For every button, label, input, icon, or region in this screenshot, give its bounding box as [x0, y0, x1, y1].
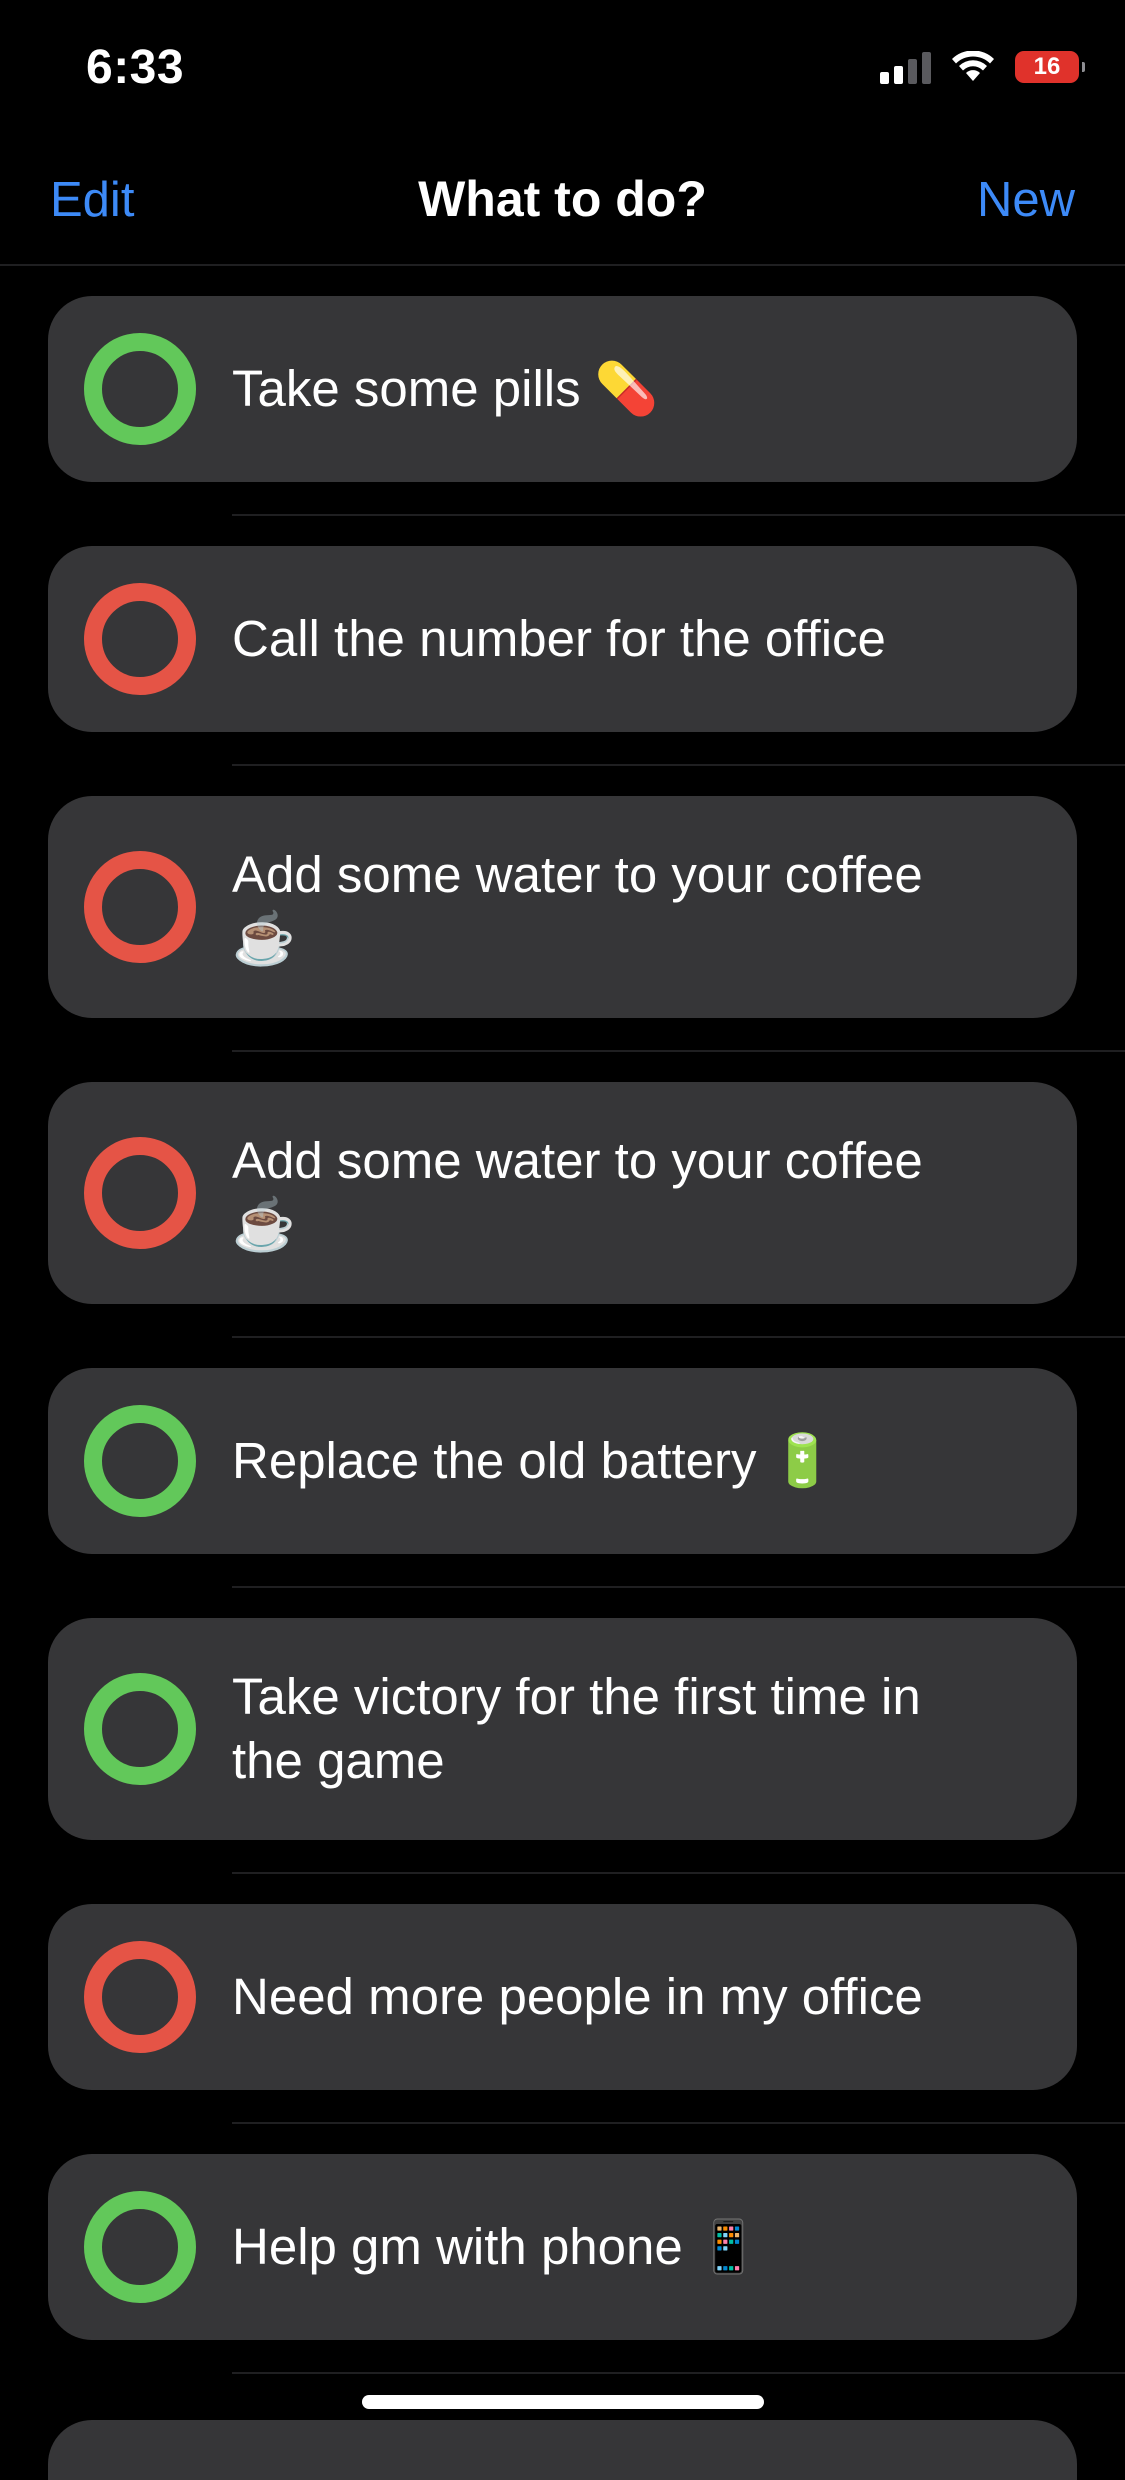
- new-button[interactable]: New: [977, 172, 1075, 228]
- signal-icon: [880, 50, 931, 84]
- status-bar: 6:33 16: [0, 0, 1125, 132]
- navigation-bar: Edit What to do? New: [0, 152, 1125, 266]
- task-card[interactable]: Add some water to your coffee ☕️: [48, 1082, 1077, 1304]
- status-ring-icon[interactable]: [84, 851, 196, 963]
- status-icons: 16: [880, 50, 1085, 84]
- task-list: Take some pills 💊 Call the number for th…: [0, 296, 1125, 2404]
- list-item: Need more people in my office: [0, 1904, 1125, 2154]
- list-item: Add some water to your coffee ☕️: [0, 1082, 1125, 1368]
- battery-level: 16: [1033, 53, 1061, 80]
- list-item: Add some water to your coffee ☕️: [0, 796, 1125, 1082]
- task-card[interactable]: Replace the old battery 🔋: [48, 1368, 1077, 1554]
- task-text: Call the number for the office: [232, 610, 886, 667]
- task-card[interactable]: Need more people in my office: [48, 1904, 1077, 2090]
- next-task-card-peek[interactable]: [48, 2420, 1077, 2480]
- task-card[interactable]: Call the number for the office: [48, 546, 1077, 732]
- status-ring-icon[interactable]: [84, 333, 196, 445]
- edit-button[interactable]: Edit: [50, 172, 134, 228]
- page-title: What to do?: [418, 171, 707, 227]
- status-ring-icon[interactable]: [84, 583, 196, 695]
- list-item: Help gm with phone 📱: [0, 2154, 1125, 2404]
- home-indicator[interactable]: [362, 2395, 764, 2409]
- status-ring-icon[interactable]: [84, 1405, 196, 1517]
- status-ring-icon[interactable]: [84, 1137, 196, 1249]
- list-item: Take some pills 💊: [0, 296, 1125, 546]
- task-card[interactable]: Take victory for the first time in the g…: [48, 1618, 1077, 1840]
- nav-divider: [0, 264, 1125, 266]
- wifi-icon: [951, 51, 995, 83]
- task-text: Take victory for the first time in the g…: [232, 1668, 921, 1789]
- task-card[interactable]: Help gm with phone 📱: [48, 2154, 1077, 2340]
- task-text: Add some water to your coffee ☕️: [232, 1132, 923, 1253]
- task-text: Take some pills 💊: [232, 360, 659, 417]
- status-time: 6:33: [86, 41, 185, 94]
- battery-charging-icon: 16: [1015, 51, 1085, 83]
- task-text: Need more people in my office: [232, 1968, 923, 2025]
- status-ring-icon[interactable]: [84, 1941, 196, 2053]
- task-card[interactable]: Take some pills 💊: [48, 296, 1077, 482]
- task-text: Help gm with phone 📱: [232, 2218, 761, 2275]
- task-text: Add some water to your coffee ☕️: [232, 846, 923, 967]
- status-ring-icon[interactable]: [84, 1673, 196, 1785]
- task-card[interactable]: Add some water to your coffee ☕️: [48, 796, 1077, 1018]
- task-text: Replace the old battery 🔋: [232, 1432, 835, 1489]
- list-item: Call the number for the office: [0, 546, 1125, 796]
- list-item: Take victory for the first time in the g…: [0, 1618, 1125, 1904]
- status-ring-icon[interactable]: [84, 2191, 196, 2303]
- list-item: Replace the old battery 🔋: [0, 1368, 1125, 1618]
